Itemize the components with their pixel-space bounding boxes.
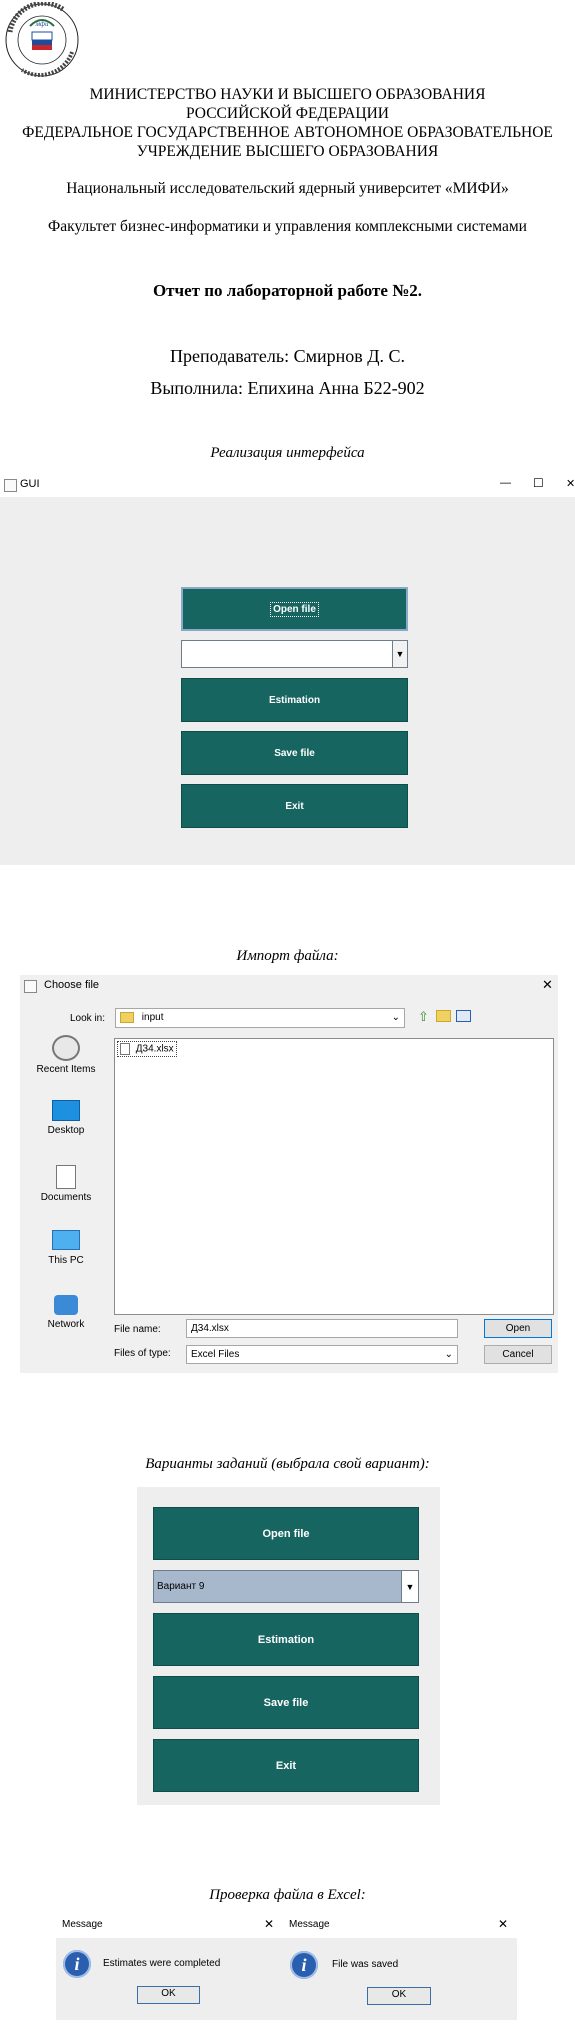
- variant-combo-value: Вариант 9: [157, 1581, 205, 1592]
- look-in-value: input: [141, 1012, 164, 1023]
- clock-icon: [52, 1035, 80, 1061]
- chevron-down-icon: ⌄: [391, 1012, 400, 1023]
- ministry-line-4: УЧРЕЖДЕНИЕ ВЫСШЕГО ОБРАЗОВАНИЯ: [136, 143, 439, 160]
- message-dialog-saved: Message ✕ i File was saved OK: [283, 1914, 517, 2020]
- info-icon: i: [63, 1950, 91, 1978]
- message-text: Estimates were completed: [103, 1958, 221, 1969]
- sidebar-item-documents[interactable]: Documents: [26, 1165, 106, 1203]
- up-folder-icon[interactable]: ⇧: [418, 1009, 429, 1025]
- chevron-down-icon[interactable]: ▼: [401, 1571, 418, 1602]
- sidebar-item-network[interactable]: Network: [26, 1295, 106, 1330]
- file-type-select[interactable]: Excel Files ⌄: [186, 1345, 458, 1364]
- java-icon: [24, 980, 37, 993]
- file-name-input[interactable]: Д34.xlsx: [186, 1319, 458, 1338]
- ministry-line-1: МИНИСТЕРСТВО НАУКИ И ВЫСШЕГО ОБРАЗОВАНИЯ: [89, 86, 486, 103]
- file-chooser-title: Choose file: [44, 979, 100, 991]
- close-icon[interactable]: ✕: [264, 1917, 274, 1931]
- mephi-logo: мфи: [5, 2, 79, 78]
- message-title: Message: [62, 1919, 103, 1930]
- ministry-line-3: ФЕДЕРАЛЬНОЕ ГОСУДАРСТВЕННОЕ АВТОНОМНОЕ О…: [22, 124, 553, 141]
- variants-panel: Open file Вариант 9 ▼ Estimation Save fi…: [137, 1487, 440, 1805]
- look-in-select[interactable]: input ⌄: [115, 1008, 405, 1028]
- look-in-label: Look in:: [70, 1013, 106, 1024]
- sidebar-item-desktop[interactable]: Desktop: [26, 1100, 106, 1136]
- variant-combo[interactable]: Вариант 9 ▼: [153, 1570, 419, 1603]
- desktop-icon: [52, 1100, 80, 1121]
- exit-button[interactable]: Exit: [153, 1739, 419, 1792]
- network-icon: [54, 1295, 78, 1315]
- ok-button[interactable]: OK: [367, 1987, 431, 2005]
- file-icon: [120, 1043, 130, 1055]
- ok-button[interactable]: OK: [137, 1986, 200, 2004]
- estimation-button[interactable]: Estimation: [181, 678, 408, 722]
- info-icon: i: [290, 1951, 318, 1979]
- caption-interface: Реализация интерфейса: [210, 445, 365, 461]
- svg-text:мфи: мфи: [35, 20, 49, 28]
- estimation-button[interactable]: Estimation: [153, 1613, 419, 1666]
- chevron-down-icon[interactable]: ▼: [392, 641, 407, 667]
- save-file-button[interactable]: Save file: [181, 731, 408, 775]
- sidebar-item-this-pc[interactable]: This PC: [26, 1230, 106, 1266]
- sidebar-item-recent[interactable]: Recent Items: [26, 1035, 106, 1075]
- file-type-label: Files of type:: [114, 1348, 171, 1359]
- gui-title: GUI: [20, 478, 40, 490]
- caption-variants: Варианты заданий (выбрала свой вариант):: [145, 1456, 430, 1472]
- caption-import: Импорт файла:: [236, 948, 339, 964]
- open-file-button[interactable]: Open file: [181, 587, 408, 631]
- file-name-label: File name:: [114, 1324, 161, 1335]
- close-icon[interactable]: ✕: [566, 477, 575, 490]
- ministry-line-2: РОССИЙСКОЙ ФЕДЕРАЦИИ: [186, 105, 389, 122]
- gui-window-body: Open file ▼ Estimation Save file Exit: [0, 497, 575, 865]
- java-icon: [4, 479, 17, 492]
- faculty-name: Факультет бизнес-информатики и управлени…: [48, 218, 527, 235]
- documents-icon: [56, 1165, 76, 1189]
- close-icon[interactable]: ✕: [498, 1917, 508, 1931]
- chevron-down-icon: ⌄: [444, 1349, 453, 1360]
- open-button[interactable]: Open: [484, 1319, 552, 1338]
- folder-icon: [120, 1011, 134, 1023]
- open-file-label: Open file: [270, 601, 319, 617]
- variant-combo[interactable]: ▼: [181, 640, 408, 668]
- message-body: i Estimates were completed OK: [56, 1938, 283, 2020]
- message-text: File was saved: [332, 1959, 399, 1970]
- report-title: Отчет по лабораторной работе №2.: [152, 281, 423, 300]
- view-menu-icon[interactable]: [456, 1010, 471, 1022]
- file-item[interactable]: Д34.xlsx: [117, 1041, 177, 1057]
- file-list[interactable]: Д34.xlsx: [114, 1038, 554, 1315]
- gui-titlebar: GUI — ☐ ✕: [0, 474, 575, 496]
- close-icon[interactable]: ✕: [542, 977, 553, 993]
- university-name: Национальный исследовательский ядерный у…: [66, 180, 509, 197]
- file-chooser-dialog: Choose file ✕ Look in: input ⌄ ⇧ Д34.xls…: [20, 975, 558, 1373]
- message-title: Message: [289, 1919, 330, 1930]
- message-dialog-estimates: Message ✕ i Estimates were completed OK: [56, 1914, 283, 2020]
- save-file-button[interactable]: Save file: [153, 1676, 419, 1729]
- computer-icon: [52, 1230, 80, 1250]
- teacher-name: Преподаватель: Смирнов Д. С.: [169, 346, 406, 366]
- open-file-button[interactable]: Open file: [153, 1507, 419, 1560]
- minimize-icon[interactable]: —: [500, 477, 511, 489]
- maximize-icon[interactable]: ☐: [533, 476, 544, 490]
- new-folder-icon[interactable]: [436, 1010, 451, 1022]
- exit-button[interactable]: Exit: [181, 784, 408, 828]
- message-body: i File was saved OK: [283, 1938, 517, 2020]
- cancel-button[interactable]: Cancel: [484, 1345, 552, 1364]
- caption-excel: Проверка файла в Excel:: [209, 1887, 366, 1903]
- student-name: Выполнила: Епихина Анна Б22-902: [150, 378, 425, 398]
